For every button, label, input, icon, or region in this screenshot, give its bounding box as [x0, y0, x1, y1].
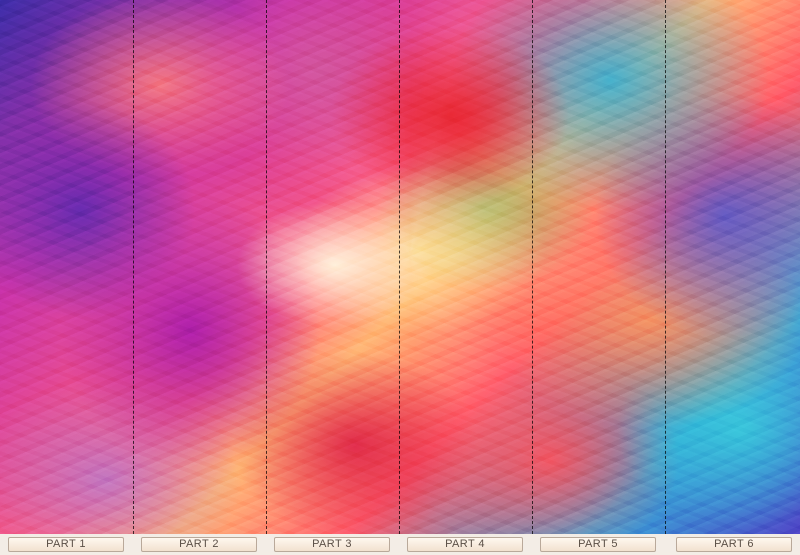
part-5-tab[interactable]: PART 5: [540, 537, 656, 552]
part-divider-1: [133, 0, 134, 534]
part-1-tab[interactable]: PART 1: [8, 537, 124, 552]
part-divider-5: [665, 0, 666, 534]
color-burst-overlay: [0, 0, 800, 534]
part-tabs-bar: PART 1 PART 2 PART 3 PART 4 PART 5 PART …: [0, 534, 800, 555]
split-preview: PART 1 PART 2 PART 3 PART 4 PART 5 PART …: [0, 0, 800, 555]
abstract-art-preview: [0, 0, 800, 534]
part-4-tab[interactable]: PART 4: [407, 537, 523, 552]
part-divider-3: [399, 0, 400, 534]
part-2-tab[interactable]: PART 2: [141, 537, 257, 552]
part-divider-4: [532, 0, 533, 534]
part-3-tab[interactable]: PART 3: [274, 537, 390, 552]
part-divider-2: [266, 0, 267, 534]
part-6-tab[interactable]: PART 6: [676, 537, 792, 552]
